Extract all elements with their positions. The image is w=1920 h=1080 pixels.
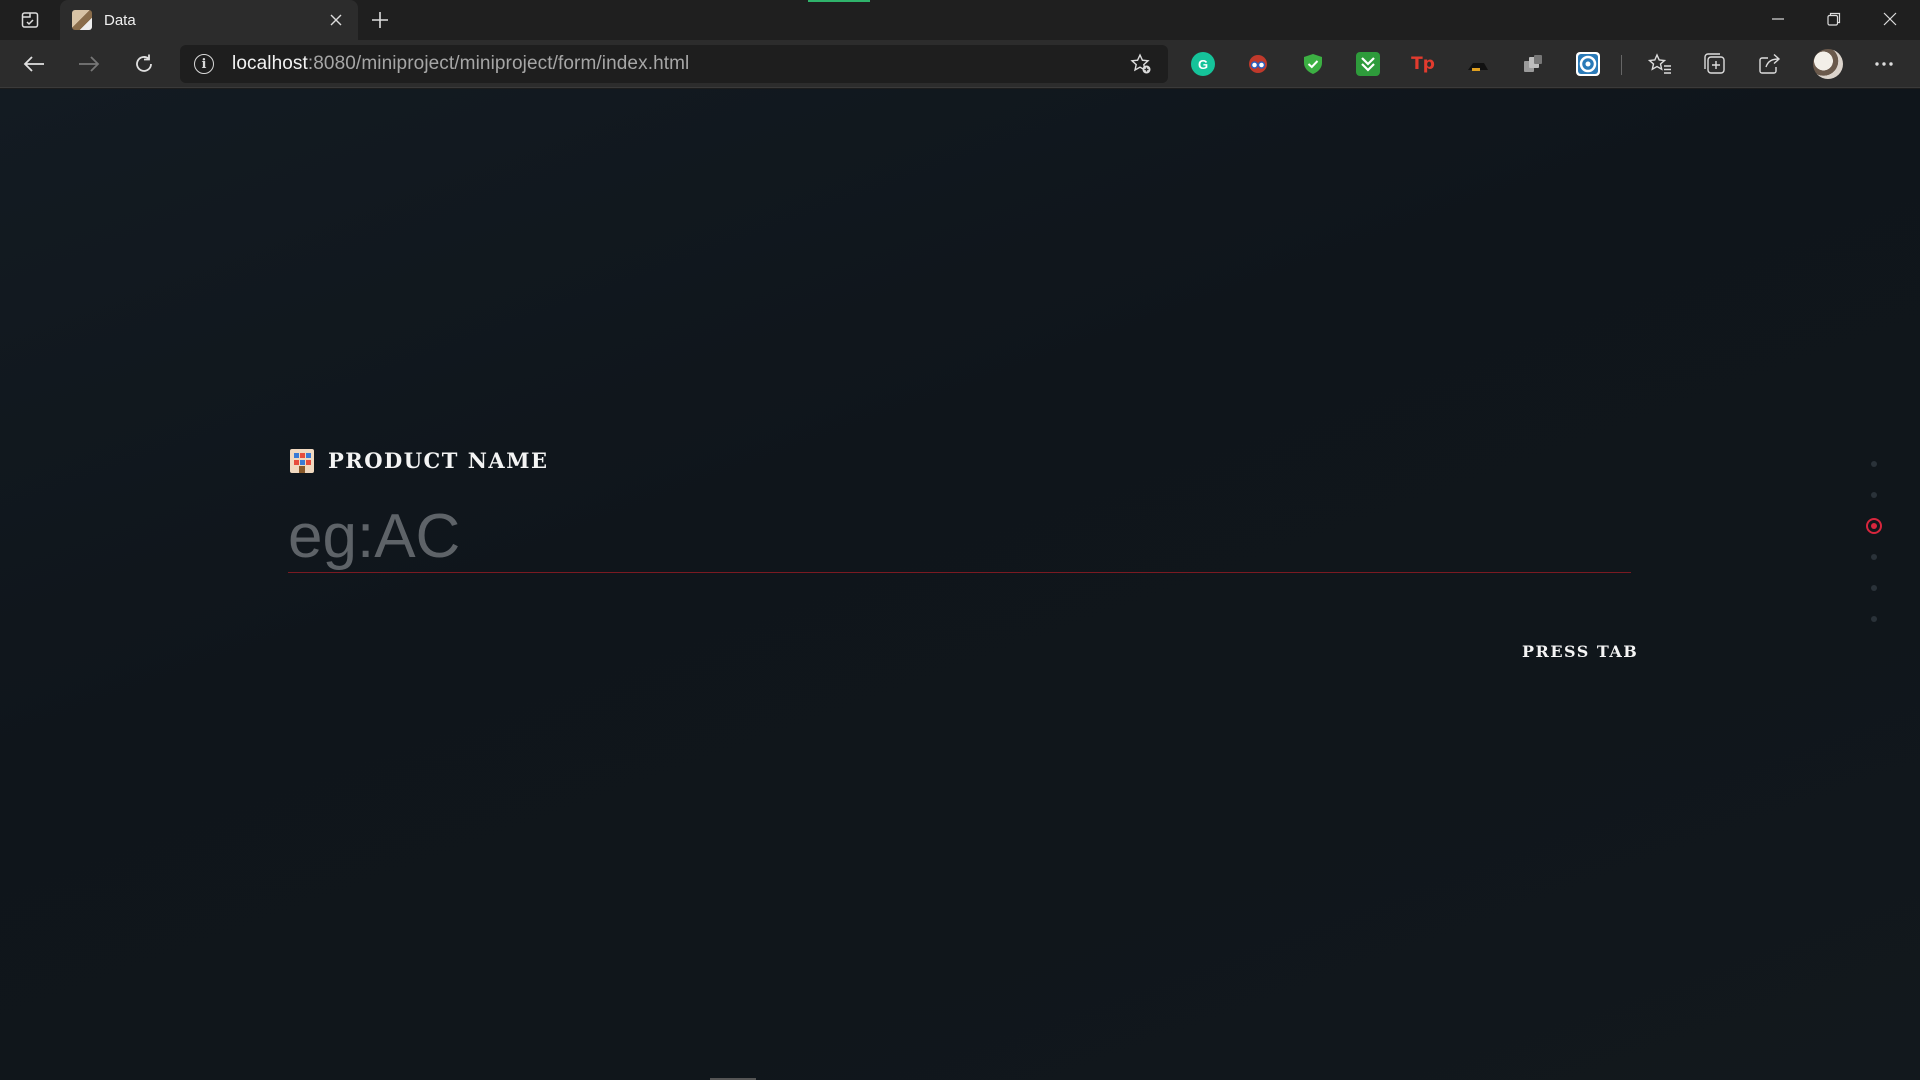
minimize-button[interactable] [1750, 0, 1806, 38]
field-label-row: PRODUCT NAME [290, 448, 548, 473]
favorites-button[interactable] [1646, 51, 1674, 77]
step-dot[interactable] [1871, 616, 1877, 622]
browser-toolbar: i localhost:8080/miniproject/miniproject… [0, 40, 1920, 88]
close-icon [1883, 12, 1897, 26]
more-dots-icon [1875, 62, 1893, 66]
favorites-icon [1648, 53, 1671, 74]
press-tab-hint: PRESS TAB [1522, 642, 1639, 661]
step-dot[interactable] [1871, 461, 1877, 467]
star-add-icon [1130, 53, 1151, 74]
profile-avatar[interactable] [1813, 49, 1843, 79]
top-accent-bar [808, 0, 870, 2]
circle-extension-icon[interactable] [1576, 52, 1600, 76]
active-tab[interactable]: Data [60, 0, 358, 40]
browser-titlebar: Data [0, 0, 1920, 40]
grammarly-label: G [1197, 56, 1209, 72]
url-text[interactable]: localhost:8080/miniproject/miniproject/f… [232, 53, 1128, 75]
step-indicator [1866, 456, 1882, 636]
restore-icon [1827, 12, 1841, 26]
tab-actions-button[interactable] [14, 8, 46, 32]
reload-button[interactable] [126, 48, 162, 80]
grammarly-icon[interactable]: G [1191, 52, 1215, 76]
reload-icon [136, 54, 152, 72]
collections-icon [1704, 53, 1725, 74]
step-dot[interactable] [1871, 492, 1877, 498]
restore-button[interactable] [1806, 0, 1862, 38]
minimize-icon [1772, 18, 1784, 20]
back-arrow-icon [23, 56, 44, 72]
product-name-input[interactable] [288, 501, 1631, 573]
step-dot-active[interactable] [1866, 518, 1882, 534]
glasses-extension-icon[interactable] [1246, 52, 1270, 76]
address-bar[interactable]: i localhost:8080/miniproject/miniproject… [180, 45, 1168, 83]
step-dot[interactable] [1871, 554, 1877, 560]
new-tab-button[interactable] [366, 6, 394, 34]
add-favorite-button[interactable] [1128, 51, 1154, 77]
tp-label: Tp [1411, 54, 1435, 74]
forward-arrow-icon [79, 56, 100, 72]
url-path: :8080/miniproject/miniproject/form/index… [307, 53, 690, 74]
glasses-extension-glyph [1249, 55, 1267, 73]
tab-actions-icon [21, 12, 39, 28]
step-dot[interactable] [1871, 585, 1877, 591]
product-name-label: PRODUCT NAME [328, 448, 549, 473]
download-glyph [1361, 57, 1375, 72]
share-button[interactable] [1756, 51, 1784, 77]
copy-extension-icon[interactable] [1521, 52, 1545, 76]
toolbar-separator [1621, 55, 1622, 75]
download-arrow-icon[interactable] [1356, 52, 1380, 76]
plus-icon [372, 12, 388, 28]
dark-extension-glyph [1468, 63, 1488, 71]
url-host: localhost [232, 53, 308, 74]
back-button[interactable] [16, 48, 52, 80]
dark-extension-icon[interactable] [1466, 52, 1490, 76]
close-window-button[interactable] [1862, 0, 1918, 38]
copy-glyph [1524, 55, 1542, 72]
tab-favicon-icon [72, 10, 92, 30]
circle-extension-glyph [1578, 54, 1598, 74]
share-icon [1759, 53, 1781, 74]
building-icon [290, 448, 314, 473]
close-icon [330, 14, 342, 26]
collections-button[interactable] [1701, 51, 1729, 77]
tp-extension-icon[interactable]: Tp [1411, 52, 1435, 76]
tab-close-button[interactable] [326, 10, 346, 30]
page-viewport: PRODUCT NAME [0, 89, 1920, 1080]
forward-button[interactable] [71, 48, 107, 80]
tab-title: Data [104, 11, 136, 29]
site-info-icon[interactable]: i [194, 54, 214, 74]
shield-glyph [1304, 54, 1322, 74]
more-menu-button[interactable] [1870, 51, 1898, 77]
shield-check-icon[interactable] [1301, 52, 1325, 76]
